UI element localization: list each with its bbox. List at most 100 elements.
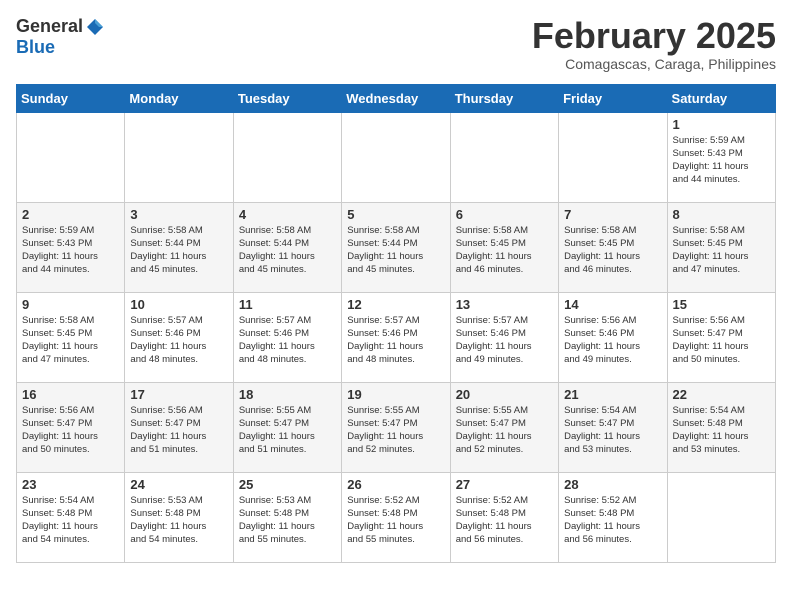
day-number: 9 <box>22 297 119 312</box>
calendar-cell <box>559 112 667 202</box>
calendar-week-row: 23Sunrise: 5:54 AM Sunset: 5:48 PM Dayli… <box>17 472 776 562</box>
calendar-cell <box>17 112 125 202</box>
month-title: February 2025 <box>532 16 776 56</box>
day-info: Sunrise: 5:58 AM Sunset: 5:44 PM Dayligh… <box>239 224 336 277</box>
calendar-cell: 8 Sunrise: 5:58 AM Sunset: 5:45 PM Daylig… <box>667 202 775 292</box>
day-info: Sunrise: 5:59 AM Sunset: 5:43 PM Dayligh… <box>22 224 119 277</box>
day-number: 4 <box>239 207 336 222</box>
logo-general-text: General <box>16 16 83 37</box>
calendar-cell: 24 Sunrise: 5:53 AM Sunset: 5:48 PM Dayli… <box>125 472 233 562</box>
title-block: February 2025 Comagascas, Caraga, Philip… <box>532 16 776 72</box>
page-header: General Blue February 2025 Comagascas, C… <box>16 16 776 72</box>
day-info: Sunrise: 5:54 AM Sunset: 5:48 PM Dayligh… <box>22 494 119 547</box>
calendar-cell: 16 Sunrise: 5:56 AM Sunset: 5:47 PM Dayli… <box>17 382 125 472</box>
logo-icon <box>85 17 105 37</box>
calendar-header-row: SundayMondayTuesdayWednesdayThursdayFrid… <box>17 84 776 112</box>
day-info: Sunrise: 5:56 AM Sunset: 5:47 PM Dayligh… <box>673 314 770 367</box>
location-text: Comagascas, Caraga, Philippines <box>532 56 776 72</box>
day-info: Sunrise: 5:58 AM Sunset: 5:44 PM Dayligh… <box>347 224 444 277</box>
day-info: Sunrise: 5:52 AM Sunset: 5:48 PM Dayligh… <box>564 494 661 547</box>
day-of-week-header: Sunday <box>17 84 125 112</box>
day-number: 25 <box>239 477 336 492</box>
calendar-cell: 20 Sunrise: 5:55 AM Sunset: 5:47 PM Dayli… <box>450 382 558 472</box>
calendar-cell: 19 Sunrise: 5:55 AM Sunset: 5:47 PM Dayli… <box>342 382 450 472</box>
calendar-week-row: 1Sunrise: 5:59 AM Sunset: 5:43 PM Daylig… <box>17 112 776 202</box>
day-number: 2 <box>22 207 119 222</box>
calendar-cell: 11 Sunrise: 5:57 AM Sunset: 5:46 PM Dayli… <box>233 292 341 382</box>
day-number: 24 <box>130 477 227 492</box>
day-number: 18 <box>239 387 336 402</box>
day-of-week-header: Friday <box>559 84 667 112</box>
calendar-cell: 2 Sunrise: 5:59 AM Sunset: 5:43 PM Daylig… <box>17 202 125 292</box>
calendar-week-row: 2 Sunrise: 5:59 AM Sunset: 5:43 PM Daylig… <box>17 202 776 292</box>
calendar-cell: 26 Sunrise: 5:52 AM Sunset: 5:48 PM Dayli… <box>342 472 450 562</box>
calendar-cell: 10 Sunrise: 5:57 AM Sunset: 5:46 PM Dayli… <box>125 292 233 382</box>
day-number: 12 <box>347 297 444 312</box>
calendar-cell: 6Sunrise: 5:58 AM Sunset: 5:45 PM Daylig… <box>450 202 558 292</box>
day-info: Sunrise: 5:55 AM Sunset: 5:47 PM Dayligh… <box>347 404 444 457</box>
day-of-week-header: Monday <box>125 84 233 112</box>
day-info: Sunrise: 5:56 AM Sunset: 5:46 PM Dayligh… <box>564 314 661 367</box>
day-info: Sunrise: 5:57 AM Sunset: 5:46 PM Dayligh… <box>347 314 444 367</box>
day-info: Sunrise: 5:52 AM Sunset: 5:48 PM Dayligh… <box>347 494 444 547</box>
day-number: 19 <box>347 387 444 402</box>
logo: General Blue <box>16 16 105 58</box>
day-number: 27 <box>456 477 553 492</box>
day-info: Sunrise: 5:55 AM Sunset: 5:47 PM Dayligh… <box>456 404 553 457</box>
day-number: 15 <box>673 297 770 312</box>
day-number: 28 <box>564 477 661 492</box>
day-number: 21 <box>564 387 661 402</box>
calendar-cell: 23Sunrise: 5:54 AM Sunset: 5:48 PM Dayli… <box>17 472 125 562</box>
day-number: 11 <box>239 297 336 312</box>
calendar-cell <box>342 112 450 202</box>
calendar-week-row: 16 Sunrise: 5:56 AM Sunset: 5:47 PM Dayli… <box>17 382 776 472</box>
calendar-cell: 4 Sunrise: 5:58 AM Sunset: 5:44 PM Daylig… <box>233 202 341 292</box>
calendar-cell <box>233 112 341 202</box>
day-info: Sunrise: 5:56 AM Sunset: 5:47 PM Dayligh… <box>22 404 119 457</box>
day-info: Sunrise: 5:59 AM Sunset: 5:43 PM Dayligh… <box>673 134 770 187</box>
day-number: 6 <box>456 207 553 222</box>
calendar-cell: 1Sunrise: 5:59 AM Sunset: 5:43 PM Daylig… <box>667 112 775 202</box>
calendar-cell: 17 Sunrise: 5:56 AM Sunset: 5:47 PM Dayli… <box>125 382 233 472</box>
calendar-cell: 7 Sunrise: 5:58 AM Sunset: 5:45 PM Daylig… <box>559 202 667 292</box>
day-info: Sunrise: 5:58 AM Sunset: 5:45 PM Dayligh… <box>22 314 119 367</box>
day-number: 17 <box>130 387 227 402</box>
calendar-cell: 5Sunrise: 5:58 AM Sunset: 5:44 PM Daylig… <box>342 202 450 292</box>
day-info: Sunrise: 5:58 AM Sunset: 5:45 PM Dayligh… <box>564 224 661 277</box>
day-info: Sunrise: 5:56 AM Sunset: 5:47 PM Dayligh… <box>130 404 227 457</box>
calendar-cell: 13Sunrise: 5:57 AM Sunset: 5:46 PM Dayli… <box>450 292 558 382</box>
calendar-cell <box>125 112 233 202</box>
calendar-cell: 18 Sunrise: 5:55 AM Sunset: 5:47 PM Dayli… <box>233 382 341 472</box>
calendar-week-row: 9 Sunrise: 5:58 AM Sunset: 5:45 PM Daylig… <box>17 292 776 382</box>
day-of-week-header: Thursday <box>450 84 558 112</box>
day-number: 10 <box>130 297 227 312</box>
day-info: Sunrise: 5:55 AM Sunset: 5:47 PM Dayligh… <box>239 404 336 457</box>
day-info: Sunrise: 5:53 AM Sunset: 5:48 PM Dayligh… <box>239 494 336 547</box>
calendar-cell: 21Sunrise: 5:54 AM Sunset: 5:47 PM Dayli… <box>559 382 667 472</box>
day-info: Sunrise: 5:58 AM Sunset: 5:45 PM Dayligh… <box>673 224 770 277</box>
calendar-cell: 14 Sunrise: 5:56 AM Sunset: 5:46 PM Dayli… <box>559 292 667 382</box>
day-number: 8 <box>673 207 770 222</box>
calendar-cell: 28 Sunrise: 5:52 AM Sunset: 5:48 PM Dayli… <box>559 472 667 562</box>
day-number: 13 <box>456 297 553 312</box>
day-of-week-header: Wednesday <box>342 84 450 112</box>
calendar-table: SundayMondayTuesdayWednesdayThursdayFrid… <box>16 84 776 563</box>
day-number: 3 <box>130 207 227 222</box>
day-info: Sunrise: 5:54 AM Sunset: 5:48 PM Dayligh… <box>673 404 770 457</box>
calendar-cell: 27Sunrise: 5:52 AM Sunset: 5:48 PM Dayli… <box>450 472 558 562</box>
calendar-cell: 25 Sunrise: 5:53 AM Sunset: 5:48 PM Dayli… <box>233 472 341 562</box>
day-of-week-header: Saturday <box>667 84 775 112</box>
day-number: 7 <box>564 207 661 222</box>
day-info: Sunrise: 5:57 AM Sunset: 5:46 PM Dayligh… <box>239 314 336 367</box>
day-info: Sunrise: 5:57 AM Sunset: 5:46 PM Dayligh… <box>130 314 227 367</box>
day-number: 20 <box>456 387 553 402</box>
logo-blue-text: Blue <box>16 37 55 58</box>
day-number: 14 <box>564 297 661 312</box>
day-number: 26 <box>347 477 444 492</box>
day-info: Sunrise: 5:53 AM Sunset: 5:48 PM Dayligh… <box>130 494 227 547</box>
calendar-cell: 3Sunrise: 5:58 AM Sunset: 5:44 PM Daylig… <box>125 202 233 292</box>
calendar-cell: 15 Sunrise: 5:56 AM Sunset: 5:47 PM Dayli… <box>667 292 775 382</box>
calendar-cell <box>450 112 558 202</box>
day-of-week-header: Tuesday <box>233 84 341 112</box>
day-number: 16 <box>22 387 119 402</box>
